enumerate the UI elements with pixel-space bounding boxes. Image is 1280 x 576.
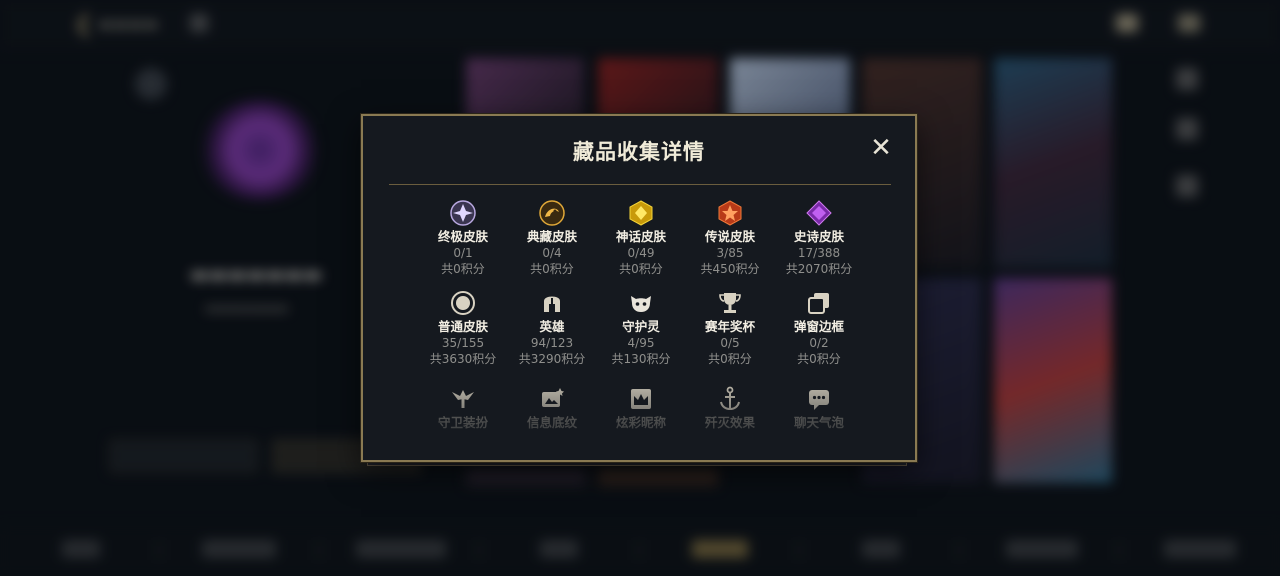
item-label: 守护灵 xyxy=(622,319,660,334)
item-points: 共3630积分 xyxy=(429,352,497,366)
collection-item-prestige[interactable]: 典藏皮肤 0/4 共0积分 xyxy=(507,200,597,277)
item-count: 4/95 xyxy=(627,336,655,350)
chat-bubble-icon xyxy=(809,390,829,410)
item-points: 共0积分 xyxy=(708,352,752,366)
collection-item-ward[interactable]: 守卫装扮 xyxy=(418,386,508,431)
item-label: 史诗皮肤 xyxy=(793,229,844,244)
item-points: 共450积分 xyxy=(700,262,760,276)
collection-item-popup-frame[interactable]: 弹窗边框 0/2 共0积分 xyxy=(774,290,864,367)
kill-effect-icon xyxy=(720,386,740,411)
item-label: 普通皮肤 xyxy=(437,319,488,334)
item-label: 弹窗边框 xyxy=(793,319,844,334)
item-count: 94/123 xyxy=(530,336,574,350)
item-count: 3/85 xyxy=(716,246,744,260)
item-points: 共2070积分 xyxy=(785,262,853,276)
collection-item-info-banner[interactable]: 信息底纹 xyxy=(507,386,597,431)
collection-item-nickname[interactable]: 炫彩昵称 xyxy=(596,386,686,431)
item-label: 炫彩昵称 xyxy=(615,415,666,430)
popup-frame-icon xyxy=(808,293,829,314)
collection-item-kill-effect[interactable]: 歼灭效果 xyxy=(685,386,775,431)
guardian-pet-icon xyxy=(631,296,651,312)
collection-item-epic[interactable]: 史诗皮肤 17/388 共2070积分 xyxy=(774,200,864,277)
collection-item-standard-skin[interactable]: 普通皮肤 35/155 共3630积分 xyxy=(418,290,508,367)
item-count: 0/2 xyxy=(809,336,829,350)
item-label: 赛年奖杯 xyxy=(704,319,755,334)
item-count: 0/4 xyxy=(542,246,562,260)
item-label: 聊天气泡 xyxy=(793,415,844,430)
item-label: 神话皮肤 xyxy=(615,229,666,244)
item-points: 共130积分 xyxy=(611,352,671,366)
item-label: 英雄 xyxy=(539,319,565,334)
trophy-icon xyxy=(719,293,741,313)
standard-skin-icon xyxy=(451,291,475,315)
collection-item-legendary[interactable]: 传说皮肤 3/85 共450积分 xyxy=(685,200,775,277)
collection-item-chat-bubble[interactable]: 聊天气泡 xyxy=(774,386,864,431)
collection-item-ultimate[interactable]: 终极皮肤 0/1 共0积分 xyxy=(418,200,508,277)
ultimate-skin-icon xyxy=(450,200,476,226)
item-points: 共0积分 xyxy=(530,262,574,276)
collection-details-modal: 藏品收集详情 ✕ 终极皮肤 0/1 共0积分 典藏皮肤 0/4 共0积分 神话皮… xyxy=(361,114,917,462)
collection-item-trophy[interactable]: 赛年奖杯 0/5 共0积分 xyxy=(685,290,775,367)
title-divider xyxy=(389,184,891,185)
collection-item-mythic[interactable]: 神话皮肤 0/49 共0积分 xyxy=(596,200,686,277)
item-label: 终极皮肤 xyxy=(437,229,488,244)
info-banner-icon xyxy=(542,388,564,407)
item-count: 0/5 xyxy=(720,336,740,350)
champion-helmet-icon xyxy=(544,296,560,312)
modal-title: 藏品收集详情 xyxy=(573,140,705,164)
close-icon[interactable]: ✕ xyxy=(869,135,893,161)
item-count: 0/49 xyxy=(627,246,655,260)
collection-item-champion[interactable]: 英雄 94/123 共3290积分 xyxy=(507,290,597,367)
ward-skin-icon xyxy=(452,390,474,408)
collection-item-guardian[interactable]: 守护灵 4/95 共130积分 xyxy=(596,290,686,367)
item-label: 信息底纹 xyxy=(526,415,577,430)
item-label: 歼灭效果 xyxy=(704,415,755,430)
item-label: 守卫装扮 xyxy=(437,415,488,430)
item-points: 共0积分 xyxy=(619,262,663,276)
item-count: 35/155 xyxy=(441,336,485,350)
item-label: 典藏皮肤 xyxy=(526,229,577,244)
prestige-skin-icon xyxy=(539,200,565,226)
epic-skin-icon xyxy=(806,200,832,226)
mythic-skin-icon xyxy=(629,200,653,226)
legendary-skin-icon xyxy=(718,200,742,226)
item-points: 共0积分 xyxy=(441,262,485,276)
item-label: 传说皮肤 xyxy=(704,229,755,244)
colorful-nickname-icon xyxy=(631,389,651,409)
item-count: 0/1 xyxy=(453,246,473,260)
item-points: 共3290积分 xyxy=(518,352,586,366)
item-points: 共0积分 xyxy=(797,352,841,366)
item-count: 17/388 xyxy=(797,246,841,260)
